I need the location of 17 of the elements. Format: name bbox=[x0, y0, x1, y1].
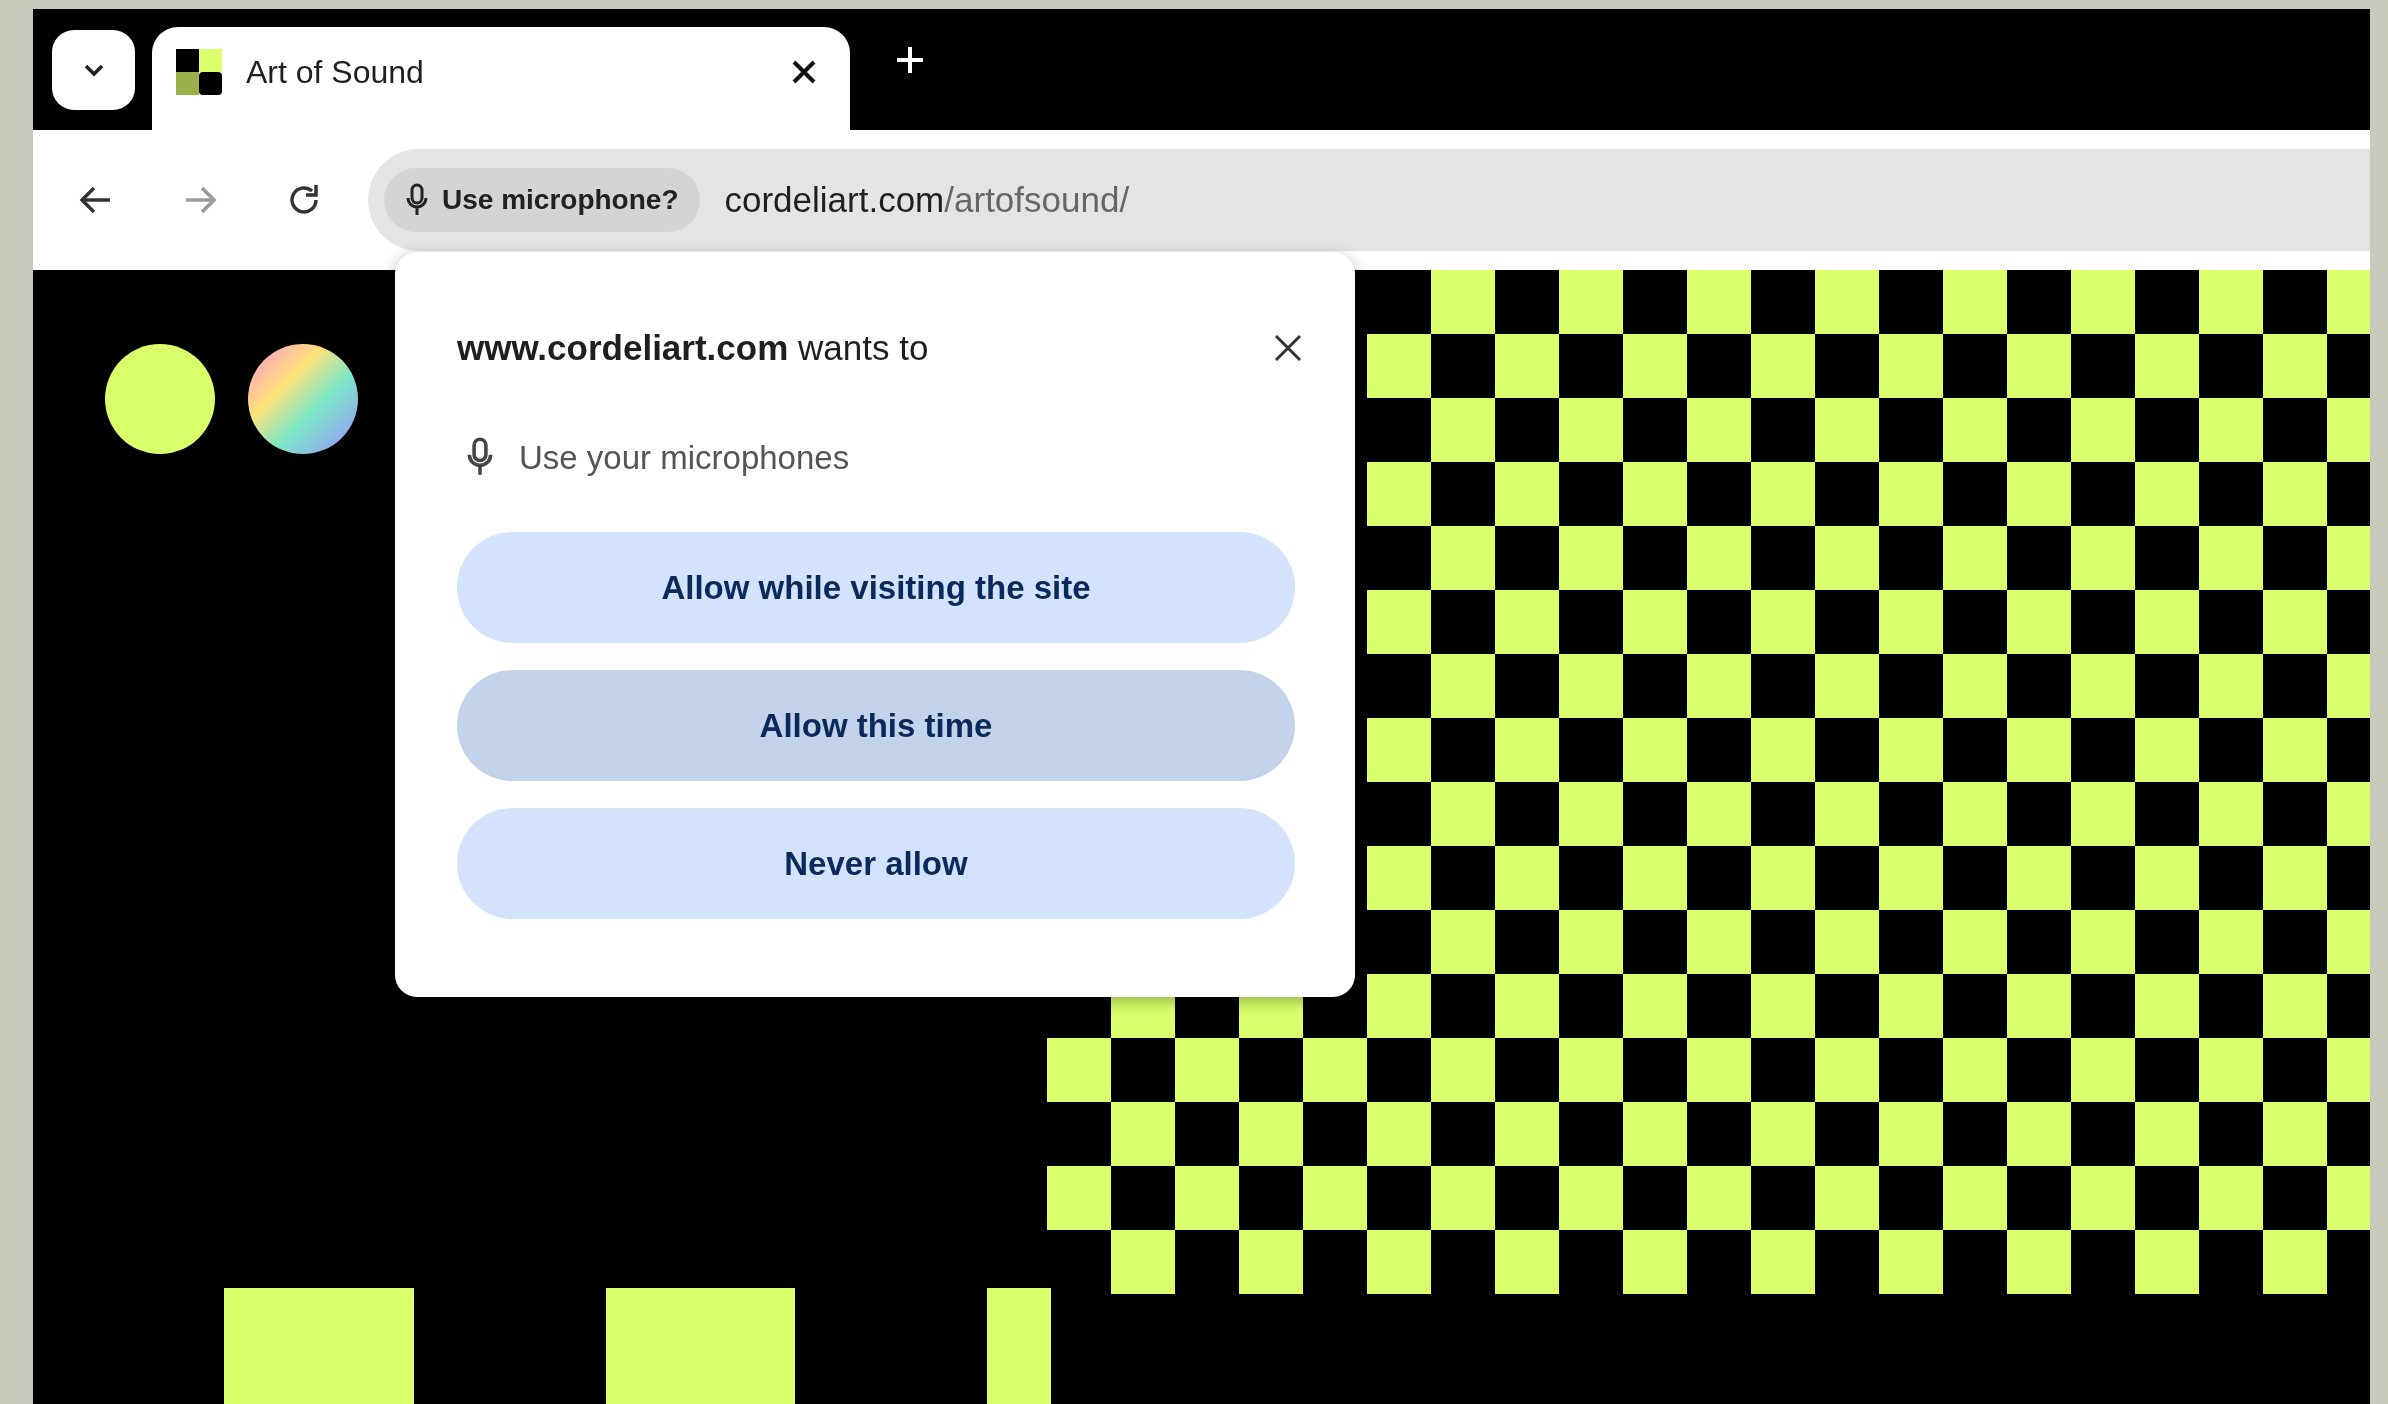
dialog-title: www.cordeliart.com wants to bbox=[457, 327, 929, 369]
permission-text: Use your microphones bbox=[519, 437, 850, 478]
dialog-button[interactable]: Allow while visiting the site bbox=[457, 532, 1295, 643]
permission-chip[interactable]: Use microphone? bbox=[384, 168, 701, 232]
site-favicon-icon bbox=[176, 48, 222, 95]
address-bar[interactable]: Use microphone? cordeliart.com/artofsound/ bbox=[368, 149, 2370, 251]
chevron-down-icon bbox=[82, 63, 105, 77]
microphone-icon bbox=[406, 183, 428, 217]
close-icon[interactable] bbox=[792, 59, 816, 84]
url-text[interactable]: cordeliart.com/artofsound/ bbox=[724, 173, 1130, 227]
dialog-button[interactable]: Allow this time bbox=[457, 670, 1295, 781]
close-icon[interactable] bbox=[1273, 333, 1303, 364]
dialog-button[interactable]: Never allow bbox=[457, 808, 1295, 919]
browser-tab[interactable]: Art of Sound bbox=[152, 27, 850, 130]
tab-title: Art of Sound bbox=[246, 52, 425, 92]
new-tab-icon[interactable] bbox=[895, 45, 925, 75]
tab-list-button[interactable] bbox=[52, 30, 135, 110]
